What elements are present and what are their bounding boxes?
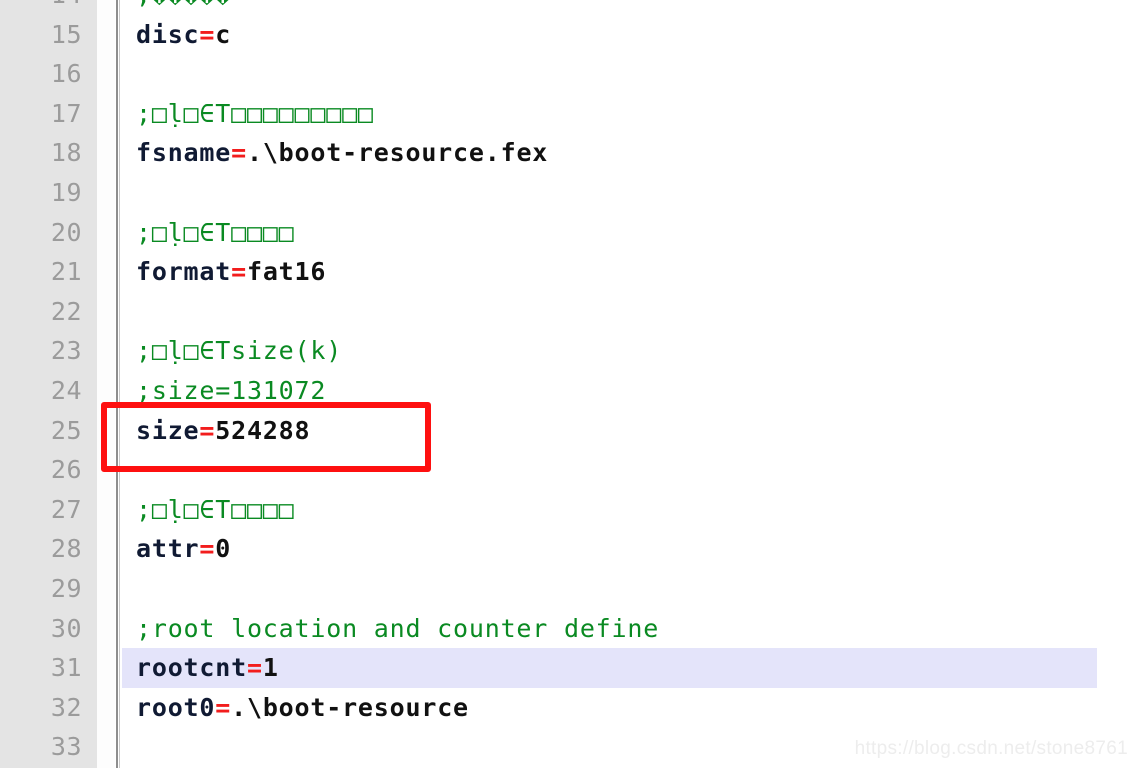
code-line[interactable]: 20 ;□ḷ□∈T□□□□ [0,213,1136,253]
token-key: size [136,415,200,445]
code-text[interactable]: size=524288 [136,411,310,451]
token-eq: = [199,19,216,49]
code-line[interactable]: 22 [0,292,1136,332]
token-key: root0 [136,692,216,722]
code-line[interactable]: 18 fsname=.\boot-resource.fex [0,133,1136,173]
line-number: 23 [50,336,82,366]
token-key: fsname [136,138,232,168]
code-text[interactable]: ;□ḷ□∈T□□□□ [136,490,295,530]
code-line[interactable]: 15 disc=c [0,15,1136,55]
token-eq: = [231,138,247,168]
code-text[interactable]: format=fat16 [136,252,326,292]
line-number: 20 [50,217,82,247]
code-line[interactable]: 19 [0,173,1136,213]
token-eq: = [215,692,232,722]
code-line[interactable]: 29 [0,569,1136,609]
token-eq: = [231,257,247,287]
token-eq: = [246,653,263,683]
line-number: 17 [50,98,82,128]
line-number: 33 [50,732,82,762]
token-val: 0 [215,534,232,564]
code-line[interactable]: 23 ;□ḷ□∈Tsize(k) [0,331,1136,371]
line-number: 26 [50,455,82,485]
code-line[interactable]: 30 ;root location and counter define [0,609,1136,649]
token-comment: ;□ḷ□∈Tsize(k) [136,336,343,366]
token-comment: ;□ḷ□∈T□□□□□□□□□ [136,98,374,128]
line-number: 14 [0,0,82,15]
code-line[interactable]: 26 [0,450,1136,490]
token-val: .\boot-resource.fex [246,138,549,168]
token-val: fat16 [246,257,327,287]
token-val: c [215,19,232,49]
token-key: rootcnt [136,653,247,683]
code-text[interactable]: disc=c [136,15,231,55]
code-line[interactable]: 21 format=fat16 [0,252,1136,292]
token-eq: = [199,534,216,564]
token-val: 1 [262,653,279,683]
code-editor[interactable]: 14;�����15disc=c1617;□ḷ□∈T□□□□□□□□□18fsn… [0,0,1136,768]
code-text[interactable]: ;root location and counter define [136,609,659,649]
code-text[interactable]: rootcnt=1 [136,648,279,688]
line-number: 25 [50,415,82,445]
token-comment: ;����� [136,0,231,9]
line-number: 32 [50,692,82,722]
line-number: 28 [50,534,82,564]
code-line[interactable]: 32 root0=.\boot-resource [0,688,1136,728]
line-number: 22 [50,296,82,326]
token-comment: ;□ḷ□∈T□□□□ [136,217,295,247]
line-number: 30 [50,613,82,643]
watermark-text: https://blog.csdn.net/stone8761 [854,738,1128,759]
token-val: .\boot-resource [231,692,469,722]
code-line[interactable]: 31 rootcnt=1 [0,648,1136,688]
token-comment: ;size=131072 [136,376,327,405]
code-line[interactable]: 27 ;□ḷ□∈T□□□□ [0,490,1136,530]
line-number: 16 [50,59,82,89]
line-number: 18 [50,138,82,168]
line-number: 24 [50,376,82,405]
code-line[interactable]: 28 attr=0 [0,529,1136,569]
code-text[interactable]: ;size=131072 [136,371,326,411]
code-text[interactable]: attr=0 [136,529,231,569]
code-line[interactable]: 17 ;□ḷ□∈T□□□□□□□□□ [0,94,1136,134]
code-line[interactable]: 14 ;����� [0,0,1136,15]
line-number: 15 [50,19,82,49]
code-line[interactable]: 16 [0,54,1136,94]
token-key: format [136,257,232,287]
token-key: disc [136,19,200,49]
token-key: attr [136,534,200,564]
line-number: 21 [50,257,82,287]
code-text[interactable]: root0=.\boot-resource [136,688,469,728]
token-val: 524288 [215,415,311,445]
code-text[interactable]: ;□ḷ□∈T□□□□□□□□□ [136,94,374,134]
code-text[interactable]: ;□ḷ□∈Tsize(k) [136,331,342,371]
code-line[interactable]: 25 size=524288 [0,411,1136,451]
code-text[interactable]: ;����� [136,0,231,15]
code-line[interactable]: 24 ;size=131072 [0,371,1136,411]
line-number: 29 [50,574,82,603]
token-eq: = [199,415,216,445]
token-comment: ;□ḷ□∈T□□□□ [136,494,295,524]
code-text[interactable]: ;□ḷ□∈T□□□□ [136,213,295,253]
line-number: 27 [50,494,82,524]
code-text[interactable]: fsname=.\boot-resource.fex [136,133,548,173]
line-number: 31 [50,653,82,683]
token-comment: ;root location and counter define [136,613,660,643]
line-number: 19 [50,178,82,207]
